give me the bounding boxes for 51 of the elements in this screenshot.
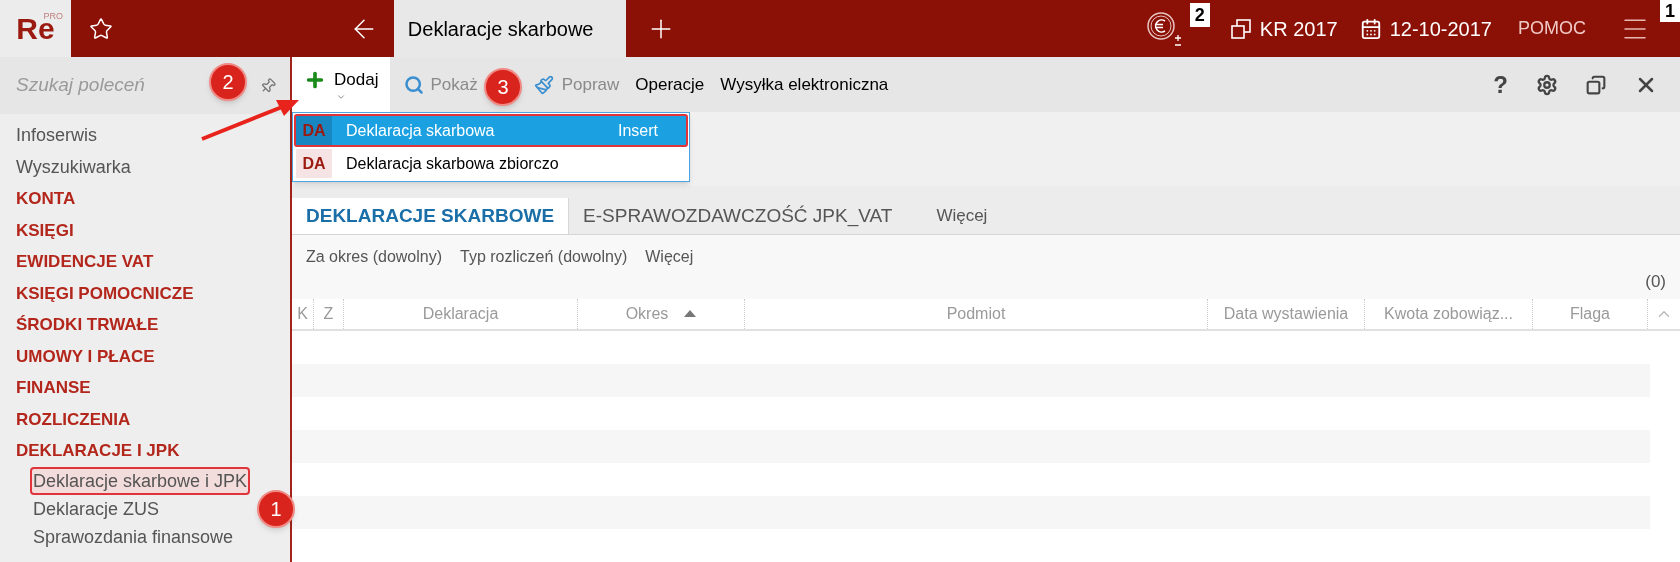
menu-item[interactable]: DA Deklaracja skarbowa zbiorczo <box>294 147 688 180</box>
help-link[interactable]: POMOC <box>1492 0 1586 57</box>
column-header[interactable]: Kwota zobowiąz... <box>1365 298 1533 329</box>
search-icon <box>404 74 425 95</box>
column-header[interactable]: Flaga <box>1533 298 1648 329</box>
filter-link[interactable]: Więcej <box>645 244 694 269</box>
sidebar-item[interactable]: Wyszukiwarka <box>0 151 290 183</box>
shortcut-badge: 1 <box>1660 0 1680 22</box>
toolbar-button[interactable]: Operacje <box>627 57 713 113</box>
sidebar-subitem[interactable]: Deklaracje skarbowe i JPK <box>30 466 251 495</box>
favorite-star-icon[interactable] <box>89 16 113 41</box>
filter-link[interactable]: Za okres (dowolny) <box>306 244 443 269</box>
sidebar-section[interactable]: KSIĘGI <box>0 214 290 246</box>
shortcut-badge: 2 <box>1189 3 1210 27</box>
column-header[interactable]: Deklaracja <box>344 298 578 329</box>
document-type-code: DA <box>296 116 332 145</box>
calendar-icon[interactable] <box>1359 17 1382 40</box>
windows-icon[interactable] <box>1229 17 1252 40</box>
view-tab[interactable]: Więcej <box>906 197 1018 234</box>
work-date[interactable]: 12-10-2017 <box>1389 13 1492 44</box>
help-button[interactable]: ? <box>1493 66 1508 103</box>
document-tab[interactable]: Deklaracje skarbowe <box>393 0 626 57</box>
sidebar-section[interactable]: UMOWY I PŁACE <box>0 340 290 372</box>
fiscal-year[interactable]: KR 2017 <box>1259 13 1338 44</box>
sidebar-subitem[interactable]: Sprawozdania finansowe <box>30 522 237 551</box>
sidebar-item[interactable]: Infoserwis <box>0 120 290 152</box>
settings-icon[interactable] <box>1536 73 1558 96</box>
column-header[interactable]: Okres <box>578 298 745 329</box>
column-header[interactable]: Podmiot <box>745 298 1208 329</box>
document-type-code: DA <box>296 149 332 178</box>
menu-item[interactable]: DA Deklaracja skarbowa Insert <box>294 114 688 147</box>
view-tab[interactable]: E-SPRAWOZDAWCZOŚĆ JPK_VAT <box>569 197 907 234</box>
restore-window-icon[interactable] <box>1586 74 1606 95</box>
sort-ascending-icon <box>684 310 697 318</box>
add-button[interactable]: Dodaj <box>292 57 391 113</box>
app-logo: RePRO <box>0 0 71 57</box>
brush-icon <box>533 74 554 95</box>
toolbar-button[interactable]: Wysyłka elektroniczna <box>712 57 897 113</box>
sidebar-section[interactable]: KSIĘGI POMOCNICZE <box>0 277 290 309</box>
sidebar-section[interactable]: KONTA <box>0 183 290 215</box>
euro-coin-icon[interactable] <box>1145 9 1182 48</box>
view-tab[interactable]: DEKLARACJE SKARBOWE <box>292 197 570 234</box>
sidebar-section[interactable]: ŚRODKI TRWAŁE <box>0 309 290 341</box>
column-header[interactable]: Data wystawienia <box>1208 298 1365 329</box>
record-count: (0) <box>1645 270 1666 293</box>
sidebar-section[interactable]: FINANSE <box>0 372 290 404</box>
sidebar-section[interactable]: EWIDENCJE VAT <box>0 246 290 278</box>
sidebar-section[interactable]: ROZLICZENIA <box>0 403 290 435</box>
sidebar-subitem[interactable]: Deklaracje ZUS <box>30 494 163 523</box>
filter-link[interactable]: Typ rozliczeń (dowolny) <box>460 244 628 269</box>
sidebar-section[interactable]: DEKLARACJE I JPK <box>0 435 290 467</box>
